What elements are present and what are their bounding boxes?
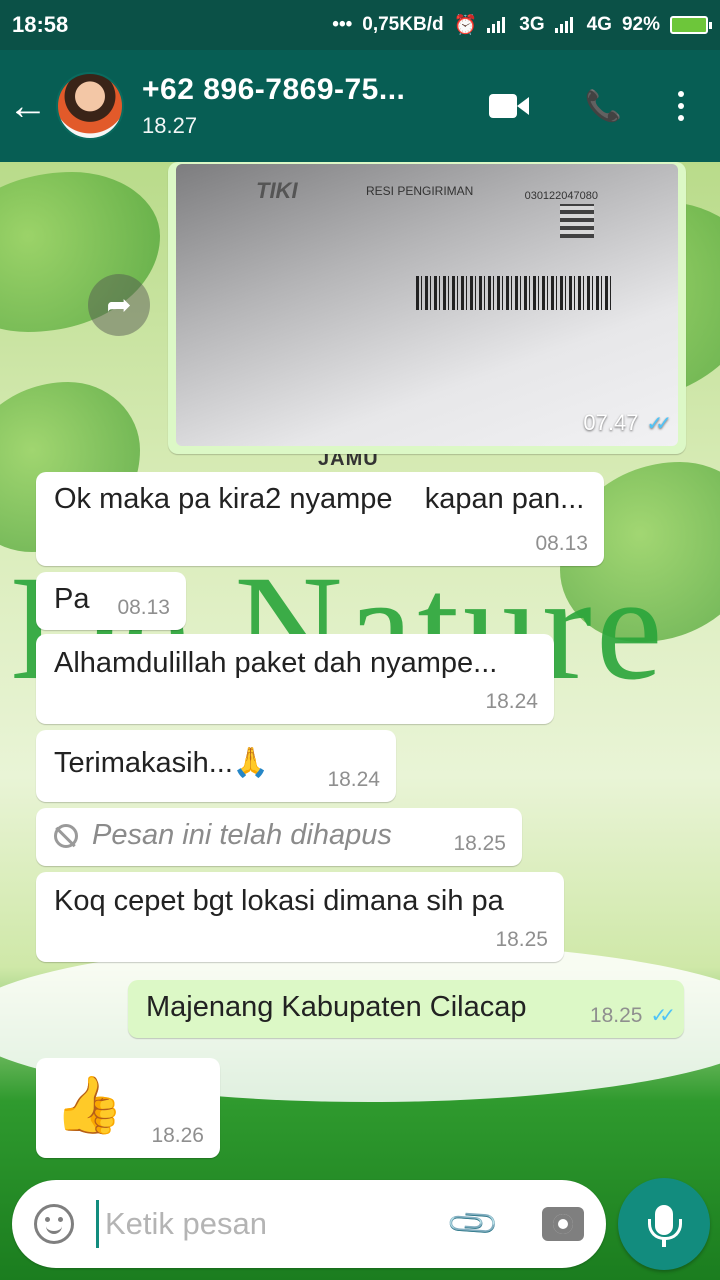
battery-icon bbox=[670, 16, 712, 34]
phone-call-icon[interactable]: 📞 bbox=[585, 89, 622, 124]
last-seen: 18.27 bbox=[142, 113, 198, 138]
message-text: Ok maka pa kira2 nyampe kapan pan... bbox=[54, 483, 585, 515]
network-type-4g: 4G bbox=[586, 14, 612, 35]
message-text: Alhamdulillah paket dah nyampe... bbox=[54, 647, 498, 679]
message-time: 18.24 bbox=[327, 768, 380, 791]
message-composer: Ketik pesan 📎 bbox=[12, 1180, 606, 1268]
receipt-brand: TIKI bbox=[256, 178, 298, 203]
barcode bbox=[416, 276, 612, 310]
message-time: 07.47 bbox=[583, 410, 639, 435]
status-bar: 18:58 ••• 0,75KB/d ⏰ 3G 4G 92% bbox=[0, 0, 720, 50]
attachment-icon[interactable]: 📎 bbox=[444, 1195, 502, 1253]
network-speed: 0,75KB/d bbox=[362, 14, 444, 35]
message-meta: 18.25 bbox=[453, 832, 506, 856]
message-time: 18.25 bbox=[453, 832, 506, 855]
deleted-icon bbox=[54, 824, 78, 849]
message-meta: 18.26 bbox=[151, 1124, 204, 1148]
chat-header: ← +62 896-7869-75... 18.27 📞 bbox=[0, 50, 720, 162]
network-type-3g: 3G bbox=[519, 14, 545, 35]
signal-icon bbox=[487, 17, 509, 33]
notification-dots: ••• bbox=[332, 14, 353, 35]
video-call-icon[interactable] bbox=[488, 94, 529, 118]
contact-avatar[interactable] bbox=[56, 72, 124, 140]
message-bubble[interactable]: Alhamdulillah paket dah nyampe... 18.24 bbox=[36, 634, 554, 724]
image-message-meta: 07.47 ✓✓ bbox=[583, 410, 671, 436]
read-ticks-icon: ✓✓ bbox=[646, 412, 671, 435]
message-bubble[interactable]: Pa 08.13 bbox=[36, 572, 186, 630]
message-meta: 18.25 ✓✓ bbox=[589, 1003, 676, 1028]
camera-icon[interactable] bbox=[542, 1207, 584, 1241]
message-input[interactable]: Ketik pesan bbox=[96, 1200, 452, 1248]
message-bubble[interactable]: 👍 18.26 bbox=[36, 1058, 220, 1158]
emoji-icon[interactable] bbox=[34, 1204, 74, 1244]
more-options-icon[interactable] bbox=[678, 91, 684, 121]
message-bubble[interactable]: Koq cepet bgt lokasi dimana sih pa 18.25 bbox=[36, 872, 564, 962]
message-time: 18.24 bbox=[485, 690, 538, 713]
message-text: Majenang Kabupaten Cilacap bbox=[146, 991, 527, 1023]
back-arrow-icon[interactable]: ← bbox=[0, 84, 56, 129]
receipt-heading: RESI PENGIRIMAN bbox=[366, 184, 474, 198]
message-bubble[interactable]: Terimakasih...🙏 18.24 bbox=[36, 730, 396, 802]
message-time: 18.25 bbox=[495, 928, 548, 951]
receipt-photo[interactable]: TIKI RESI PENGIRIMAN 030122047080 07.47 … bbox=[176, 164, 678, 446]
deleted-message-bubble[interactable]: Pesan ini telah dihapus 18.25 bbox=[36, 808, 522, 866]
receipt-number: 030122047080 bbox=[524, 190, 598, 202]
message-bubble[interactable]: Ok maka pa kira2 nyampe kapan pan... 08.… bbox=[36, 472, 604, 566]
signal-icon-2 bbox=[554, 17, 577, 33]
message-meta: 18.24 bbox=[485, 690, 538, 714]
contact-info[interactable]: +62 896-7869-75... 18.27 bbox=[142, 73, 489, 139]
message-time: 18.26 bbox=[151, 1124, 204, 1147]
outgoing-message-bubble[interactable]: Majenang Kabupaten Cilacap 18.25 ✓✓ bbox=[128, 980, 684, 1038]
message-meta: 08.13 bbox=[535, 532, 588, 556]
deleted-message-text: Pesan ini telah dihapus bbox=[92, 819, 392, 851]
status-time: 18:58 bbox=[12, 12, 69, 37]
message-meta: 18.24 bbox=[327, 768, 380, 792]
contact-name[interactable]: +62 896-7869-75... bbox=[142, 73, 489, 107]
message-time: 18.25 bbox=[589, 1003, 643, 1027]
message-meta: 08.13 bbox=[117, 596, 170, 620]
qr-code bbox=[560, 204, 594, 238]
forward-icon[interactable]: ➦ bbox=[88, 274, 150, 336]
image-message[interactable]: TIKI RESI PENGIRIMAN 030122047080 07.47 … bbox=[168, 162, 686, 454]
message-time: 08.13 bbox=[117, 596, 170, 619]
battery-level: 92% bbox=[621, 14, 660, 35]
alarm-icon: ⏰ bbox=[453, 15, 478, 36]
voice-message-button[interactable] bbox=[618, 1178, 710, 1270]
message-text: Koq cepet bgt lokasi dimana sih pa bbox=[54, 885, 504, 917]
read-ticks-icon: ✓✓ bbox=[650, 1005, 675, 1027]
mic-icon bbox=[648, 1205, 682, 1247]
message-meta: 18.25 bbox=[495, 928, 548, 952]
message-time: 08.13 bbox=[535, 532, 588, 555]
